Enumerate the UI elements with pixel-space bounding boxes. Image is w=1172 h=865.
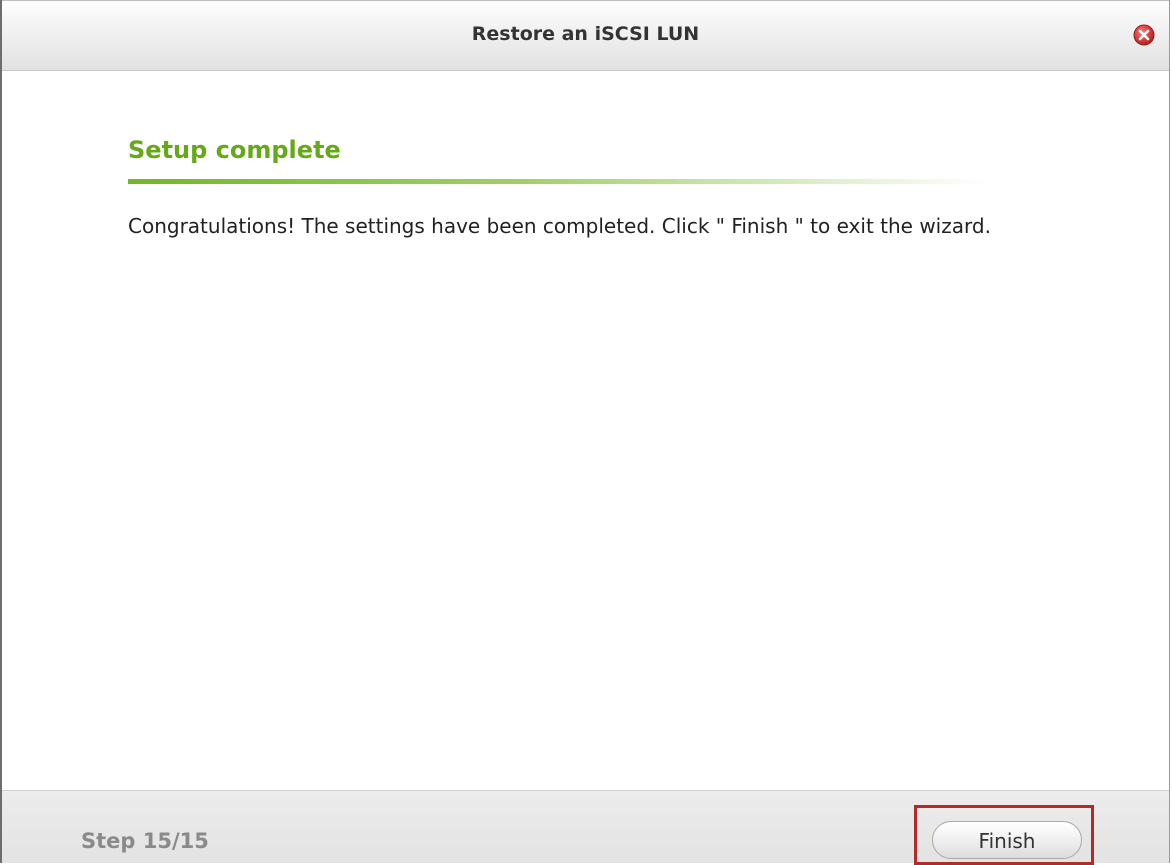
section-title: Setup complete: [128, 136, 341, 164]
wizard-content: Setup complete Congratulations! The sett…: [2, 72, 1169, 790]
wizard-window: Restore an iSCSI LUN Setup complete Cong…: [0, 0, 1170, 865]
window-title: Restore an iSCSI LUN: [471, 23, 700, 45]
finish-button[interactable]: Finish: [932, 821, 1082, 859]
step-indicator: Step 15/15: [81, 829, 209, 853]
section-divider: [128, 179, 988, 184]
wizard-footer: Step 15/15 Finish: [2, 790, 1169, 865]
close-icon[interactable]: [1133, 24, 1155, 46]
completion-message: Congratulations! The settings have been …: [128, 214, 991, 238]
title-bar: Restore an iSCSI LUN: [2, 0, 1169, 71]
